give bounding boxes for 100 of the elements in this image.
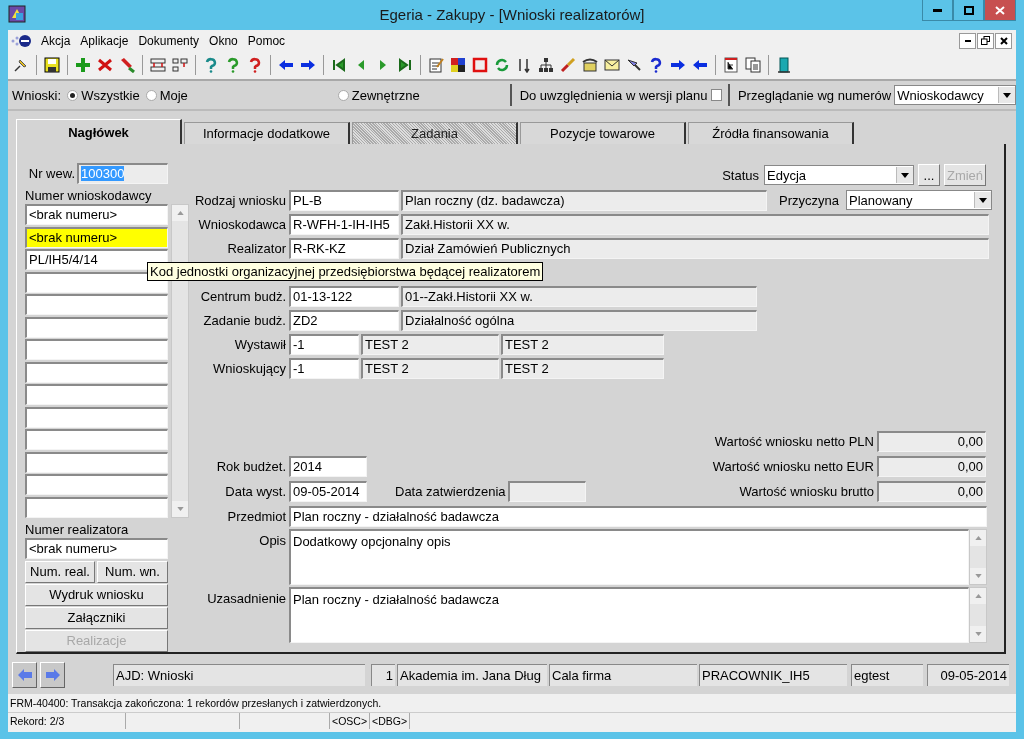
scrollbar[interactable] [969,529,987,585]
code-field[interactable]: 01-13-122 [289,285,399,307]
empty-list-item[interactable] [25,406,168,428]
copy-icon[interactable] [745,57,761,74]
subject-field[interactable]: Plan roczny - działalność badawcza [289,506,987,527]
empty-list-item[interactable] [25,316,168,338]
palette-icon[interactable] [450,57,466,74]
dropdown-arrow-icon [901,172,909,178]
menu-item[interactable]: Okno [204,33,243,48]
empty-list-item[interactable] [25,451,168,473]
hierarchy-icon[interactable] [538,57,554,74]
empty-list-item[interactable] [25,339,168,360]
code-field[interactable]: PL-B [289,189,399,211]
tab[interactable]: Źródła finansowania [688,122,854,144]
app-logo-icon[interactable] [10,32,32,49]
tab[interactable]: Pozycje towarowe [520,122,686,144]
notepad-icon[interactable] [428,57,444,74]
empty-list-item[interactable] [25,429,168,450]
brush-icon[interactable] [560,57,576,74]
remove-row-icon[interactable] [172,57,188,74]
field-label: Realizator [226,240,286,256]
status-dropdown[interactable]: Edycja [764,165,914,185]
date-field[interactable]: 09-05-2014 [289,481,367,502]
minimize-button[interactable] [959,32,976,49]
amount-field: 0,00 [877,456,986,477]
maximize-icon [963,5,974,15]
sort-icon[interactable] [516,57,532,74]
action-button[interactable]: Załączniki [25,606,168,629]
status-field: Akademia im. Jana Dług [397,664,547,686]
restore-icon [981,36,990,46]
date-field[interactable] [507,481,586,502]
next-button[interactable] [40,662,65,688]
field-label: Opis [258,532,286,548]
first-record-icon[interactable] [331,57,347,74]
field-label: Rok budżet. [215,459,286,474]
empty-list-item[interactable] [25,384,168,405]
save-icon[interactable] [44,57,60,74]
code-field[interactable]: -1 [289,333,359,355]
action-button[interactable]: Wydruk wniosku [25,583,168,606]
empty-list-item[interactable] [25,361,168,383]
radio-option[interactable]: Wszystkie [67,87,140,103]
last-record-icon[interactable] [397,57,413,74]
menu-item[interactable]: Aplikacje [75,33,134,48]
field-label: Uzasadnienie [206,590,286,606]
status-field: 1 [371,664,395,686]
scroll-up-icon [176,211,184,215]
menu-item[interactable]: Pomoc [242,33,291,48]
app-icon[interactable] [8,5,26,23]
refresh-icon[interactable] [494,57,510,74]
field-label: Wartość wniosku netto PLN [714,434,874,449]
reason-dropdown[interactable]: Planowany [846,190,992,210]
action-button[interactable]: Num. wn. [97,560,168,583]
help-icon[interactable] [648,57,664,74]
tab[interactable]: Informacje dodatkowe [184,122,350,144]
menu-item[interactable]: Akcja [36,33,76,48]
year-field[interactable]: 2014 [289,456,367,477]
restore-button[interactable] [977,32,994,49]
close-button[interactable] [995,32,1012,49]
number-field[interactable]: <brak numeru> [25,537,168,559]
radio-option[interactable]: Moje [145,87,188,103]
eraser-icon[interactable] [119,57,135,74]
empty-list-item[interactable] [25,294,168,315]
empty-list-item[interactable] [25,496,168,518]
code-field[interactable]: ZD2 [289,309,399,331]
text-area[interactable]: Plan roczny - działalność badawcza [289,587,969,643]
minimize-button[interactable] [922,0,953,21]
question-icon[interactable] [225,57,241,74]
action-button[interactable]: Num. real. [25,560,95,583]
field-label: Data wyst. [224,484,286,499]
list-item[interactable]: <brak numeru> [25,204,168,225]
mail-icon[interactable] [604,57,620,74]
list-item[interactable]: <brak numeru> [25,226,168,248]
tab[interactable]: Nagłówek [16,119,182,144]
add-icon[interactable] [75,57,91,74]
empty-list-item[interactable] [25,474,168,495]
dropdown-arrow-icon [979,197,987,203]
code-field[interactable]: R-WFH-1-IH-IH5 [289,213,399,235]
text-area[interactable]: Dodatkowy opcjonalny opis [289,529,969,585]
insert-row-icon[interactable] [150,57,166,74]
scrollbar[interactable] [969,587,987,643]
code-field[interactable]: -1 [289,357,359,379]
status-field: Cala firma [549,664,697,686]
menu-item[interactable]: Dokumenty [133,33,205,48]
radio-option[interactable]: Zewnętrzne [337,87,420,103]
field-label: Status [722,167,759,183]
maximize-button[interactable] [953,0,984,21]
minimize-icon [964,39,971,42]
browse-dropdown[interactable]: Wnioskodawcy [894,85,1016,105]
more-button[interactable]: ... [918,164,940,186]
field-label: Nr wew. [28,165,75,181]
code-field[interactable]: R-RK-KZ [289,237,399,259]
record-counter: Rekord: 2/3 [8,713,126,729]
field-label: Wystawił [233,336,286,352]
checkbox[interactable] [710,89,723,101]
status-field: 09-05-2014 [927,664,1009,686]
question-icon[interactable] [247,57,263,74]
question-icon[interactable] [203,57,219,74]
previous-button[interactable] [12,662,37,688]
door-icon[interactable] [776,57,792,74]
delete-icon[interactable] [97,57,113,74]
